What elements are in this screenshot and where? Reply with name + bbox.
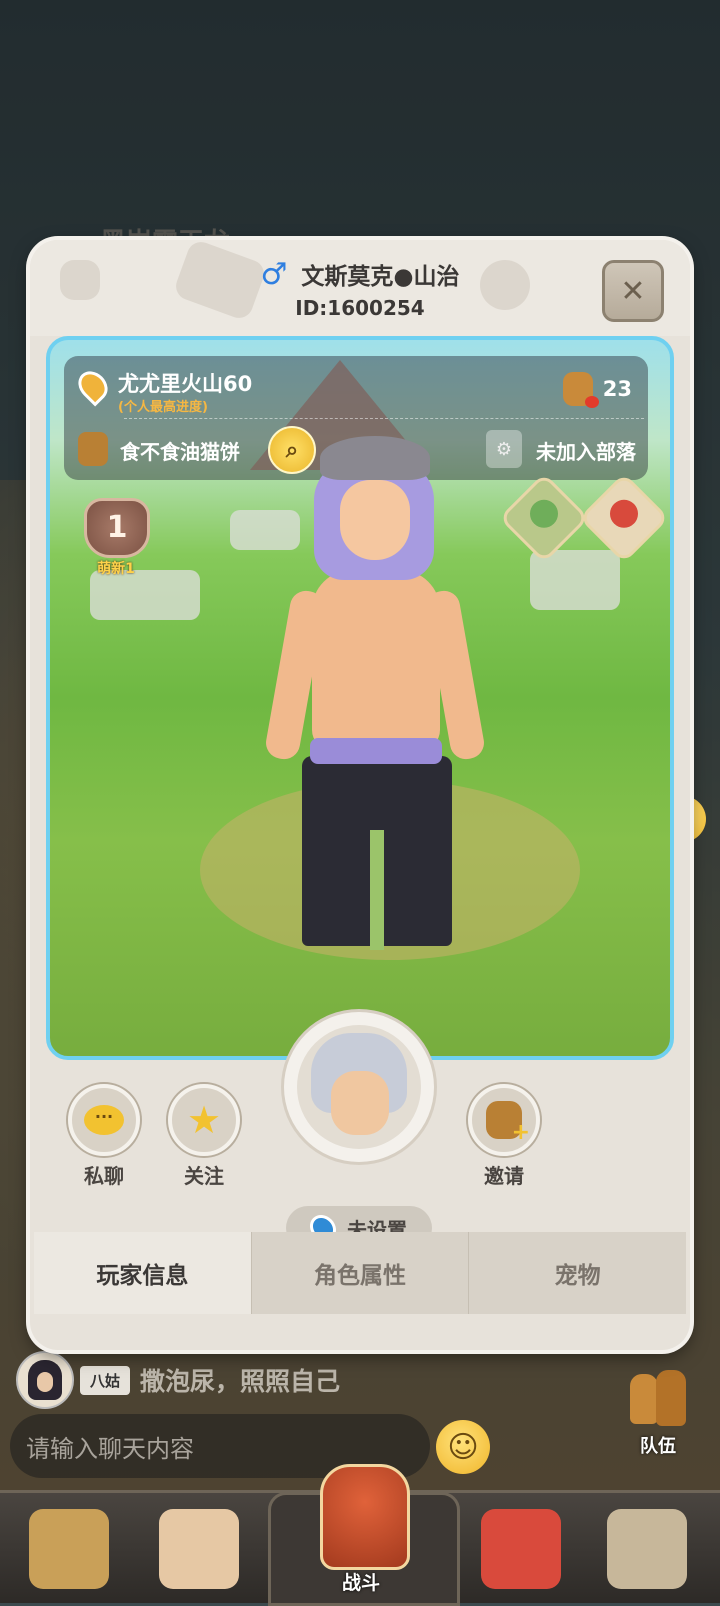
nav-tribe-elder[interactable]	[14, 1501, 124, 1597]
tab-player-info[interactable]: 玩家信息	[34, 1232, 251, 1314]
player-character	[263, 420, 487, 950]
clan-status: 未加入部落	[536, 440, 636, 464]
chat-message-text: 撒泡尿，照照自己	[140, 1367, 341, 1396]
team-label: 队伍	[640, 1436, 676, 1457]
battle-totem-icon	[320, 1464, 410, 1570]
mushroom-badge-icon	[610, 499, 638, 528]
tab-pets[interactable]: 宠物	[468, 1232, 687, 1314]
private-chat-button[interactable]: ··· 私聊	[64, 1084, 144, 1189]
invite-label: 邀请	[484, 1164, 524, 1188]
invite-circle	[468, 1084, 540, 1156]
private-chat-label: 私聊	[84, 1164, 124, 1188]
chat-icon: ···	[84, 1105, 124, 1135]
tab-character-attributes[interactable]: 角色属性	[250, 1232, 469, 1314]
name-row: ♂ 文斯莫克●山治	[30, 254, 690, 294]
nav-monster[interactable]	[592, 1501, 702, 1597]
tribe-elder-icon	[29, 1509, 109, 1589]
location-pin-icon	[72, 365, 114, 407]
rank-number: 1	[84, 498, 150, 558]
invite-button[interactable]: 邀请	[464, 1084, 544, 1189]
battle-label: 战斗	[341, 1572, 380, 1594]
location-text: 尤尤里火山60	[118, 372, 253, 396]
totem-badge-icon	[530, 499, 558, 528]
character-scene: 尤尤里火山60 (个人最高进度) 23 食不食油猫饼 ⌕ ⚙ 未加入部落 1 萌…	[46, 336, 674, 1060]
followers-count: 23	[602, 377, 632, 401]
player-name: 文斯莫克●山治	[301, 264, 460, 290]
nav-character[interactable]	[144, 1501, 254, 1597]
follow-button[interactable]: ★ 关注	[164, 1084, 244, 1189]
chat-avatar[interactable]	[16, 1351, 74, 1409]
friend-name: 食不食油猫饼	[120, 440, 240, 464]
rank-badge[interactable]: 1 萌新1	[84, 498, 150, 577]
clan-icon: ⚙	[486, 430, 522, 468]
chat-sender-name: 八姑	[80, 1365, 131, 1395]
smiley-icon: ☺	[447, 1429, 479, 1465]
chat-message: 八姑 撒泡尿，照照自己	[16, 1351, 341, 1409]
character-avatar-icon	[159, 1509, 239, 1589]
private-chat-circle: ···	[68, 1084, 140, 1156]
player-avatar[interactable]	[284, 1012, 434, 1162]
follow-circle: ★	[168, 1084, 240, 1156]
fans-icon	[562, 372, 599, 408]
followers: 23	[562, 372, 632, 408]
star-icon: ★	[186, 1098, 222, 1142]
follow-label: 关注	[184, 1164, 224, 1188]
divider	[124, 418, 644, 419]
monster-totem-icon	[607, 1509, 687, 1589]
team-button[interactable]: 队伍	[618, 1370, 698, 1457]
invite-icon	[486, 1101, 530, 1145]
friend-avatar-icon	[78, 432, 108, 466]
player-id: ID:1600254	[295, 296, 425, 320]
team-icon	[626, 1370, 690, 1430]
nav-battle[interactable]: 战斗	[268, 1464, 460, 1606]
rank-label: 萌新1	[97, 561, 135, 577]
nav-pet[interactable]	[466, 1501, 576, 1597]
rock	[530, 550, 620, 610]
profile-tabs: 玩家信息 角色属性 宠物	[34, 1232, 687, 1314]
male-icon: ♂	[260, 256, 288, 292]
pet-dino-icon	[481, 1509, 561, 1589]
location-note: (个人最高进度)	[118, 400, 208, 415]
location-row: 尤尤里火山60 (个人最高进度) 23	[72, 365, 636, 418]
close-button[interactable]: ✕	[602, 260, 664, 322]
close-icon: ✕	[620, 273, 646, 309]
player-profile-card: ♂ 文斯莫克●山治 ID:1600254 ✕ 尤尤里火山60 (个人最高进度) …	[30, 240, 690, 1350]
